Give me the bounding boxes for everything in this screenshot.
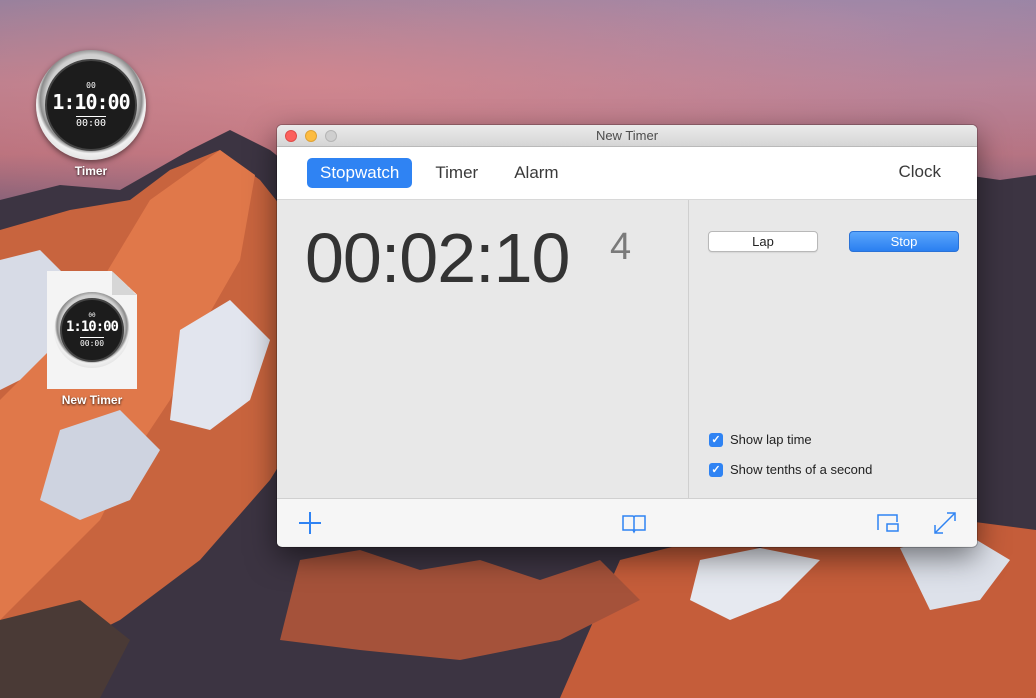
expand-icon[interactable]: [932, 510, 958, 536]
timer-app-icon: 00 1:10:00 00:00: [36, 50, 146, 160]
bottom-toolbar: [277, 499, 977, 546]
desktop-icon-label: New Timer: [61, 393, 123, 407]
main-content: 00:02:10 4 Lap Stop ✓ Show lap time ✓ Sh…: [277, 200, 977, 499]
plus-icon[interactable]: [297, 510, 323, 536]
title-bar[interactable]: New Timer: [277, 125, 977, 147]
desktop-icon-timer[interactable]: 00 1:10:00 00:00 Timer: [36, 50, 146, 178]
timer-window: New Timer Stopwatch Timer Alarm Clock 00…: [277, 125, 977, 547]
option-label: Show tenths of a second: [730, 462, 873, 477]
window-title: New Timer: [595, 128, 659, 143]
face-big-text: 1:10:00: [65, 319, 119, 335]
face-big-text: 1:10:00: [52, 90, 130, 114]
checkbox-checked-icon[interactable]: ✓: [709, 432, 723, 447]
controls-pane: Lap Stop ✓ Show lap time ✓ Show tenths o…: [689, 200, 977, 498]
option-label: Show lap time: [730, 432, 812, 447]
stop-button[interactable]: Stop: [849, 231, 959, 252]
lap-button[interactable]: Lap: [708, 231, 818, 252]
tab-timer[interactable]: Timer: [422, 158, 491, 188]
tab-stopwatch[interactable]: Stopwatch: [307, 158, 413, 188]
picture-in-picture-icon[interactable]: [875, 510, 901, 536]
minimize-button[interactable]: [305, 130, 317, 142]
desktop-icon-new-timer[interactable]: 00 1:10:00 00:00 New Timer: [47, 271, 137, 407]
face-top-text: 00: [88, 312, 96, 319]
elapsed-time: 00:02:10: [305, 219, 570, 297]
option-show-lap-time[interactable]: ✓ Show lap time: [709, 432, 812, 447]
face-small-text: 00:00: [75, 116, 107, 129]
tenths-digit: 4: [610, 226, 632, 268]
mode-tab-bar: Stopwatch Timer Alarm Clock: [277, 147, 977, 200]
tab-alarm[interactable]: Alarm: [501, 158, 571, 188]
checkbox-checked-icon[interactable]: ✓: [709, 462, 723, 477]
face-small-text: 00:00: [79, 337, 105, 348]
document-icon: 00 1:10:00 00:00: [47, 271, 137, 389]
desktop-icon-label: Timer: [74, 164, 108, 178]
zoom-button[interactable]: [325, 130, 337, 142]
face-top-text: 00: [86, 81, 96, 90]
option-show-tenths[interactable]: ✓ Show tenths of a second: [709, 462, 872, 477]
stopwatch-display: 00:02:10 4: [277, 200, 689, 498]
book-icon[interactable]: [621, 510, 647, 536]
close-button[interactable]: [285, 130, 297, 142]
window-controls: [285, 130, 337, 142]
tab-clock[interactable]: Clock: [898, 162, 941, 182]
